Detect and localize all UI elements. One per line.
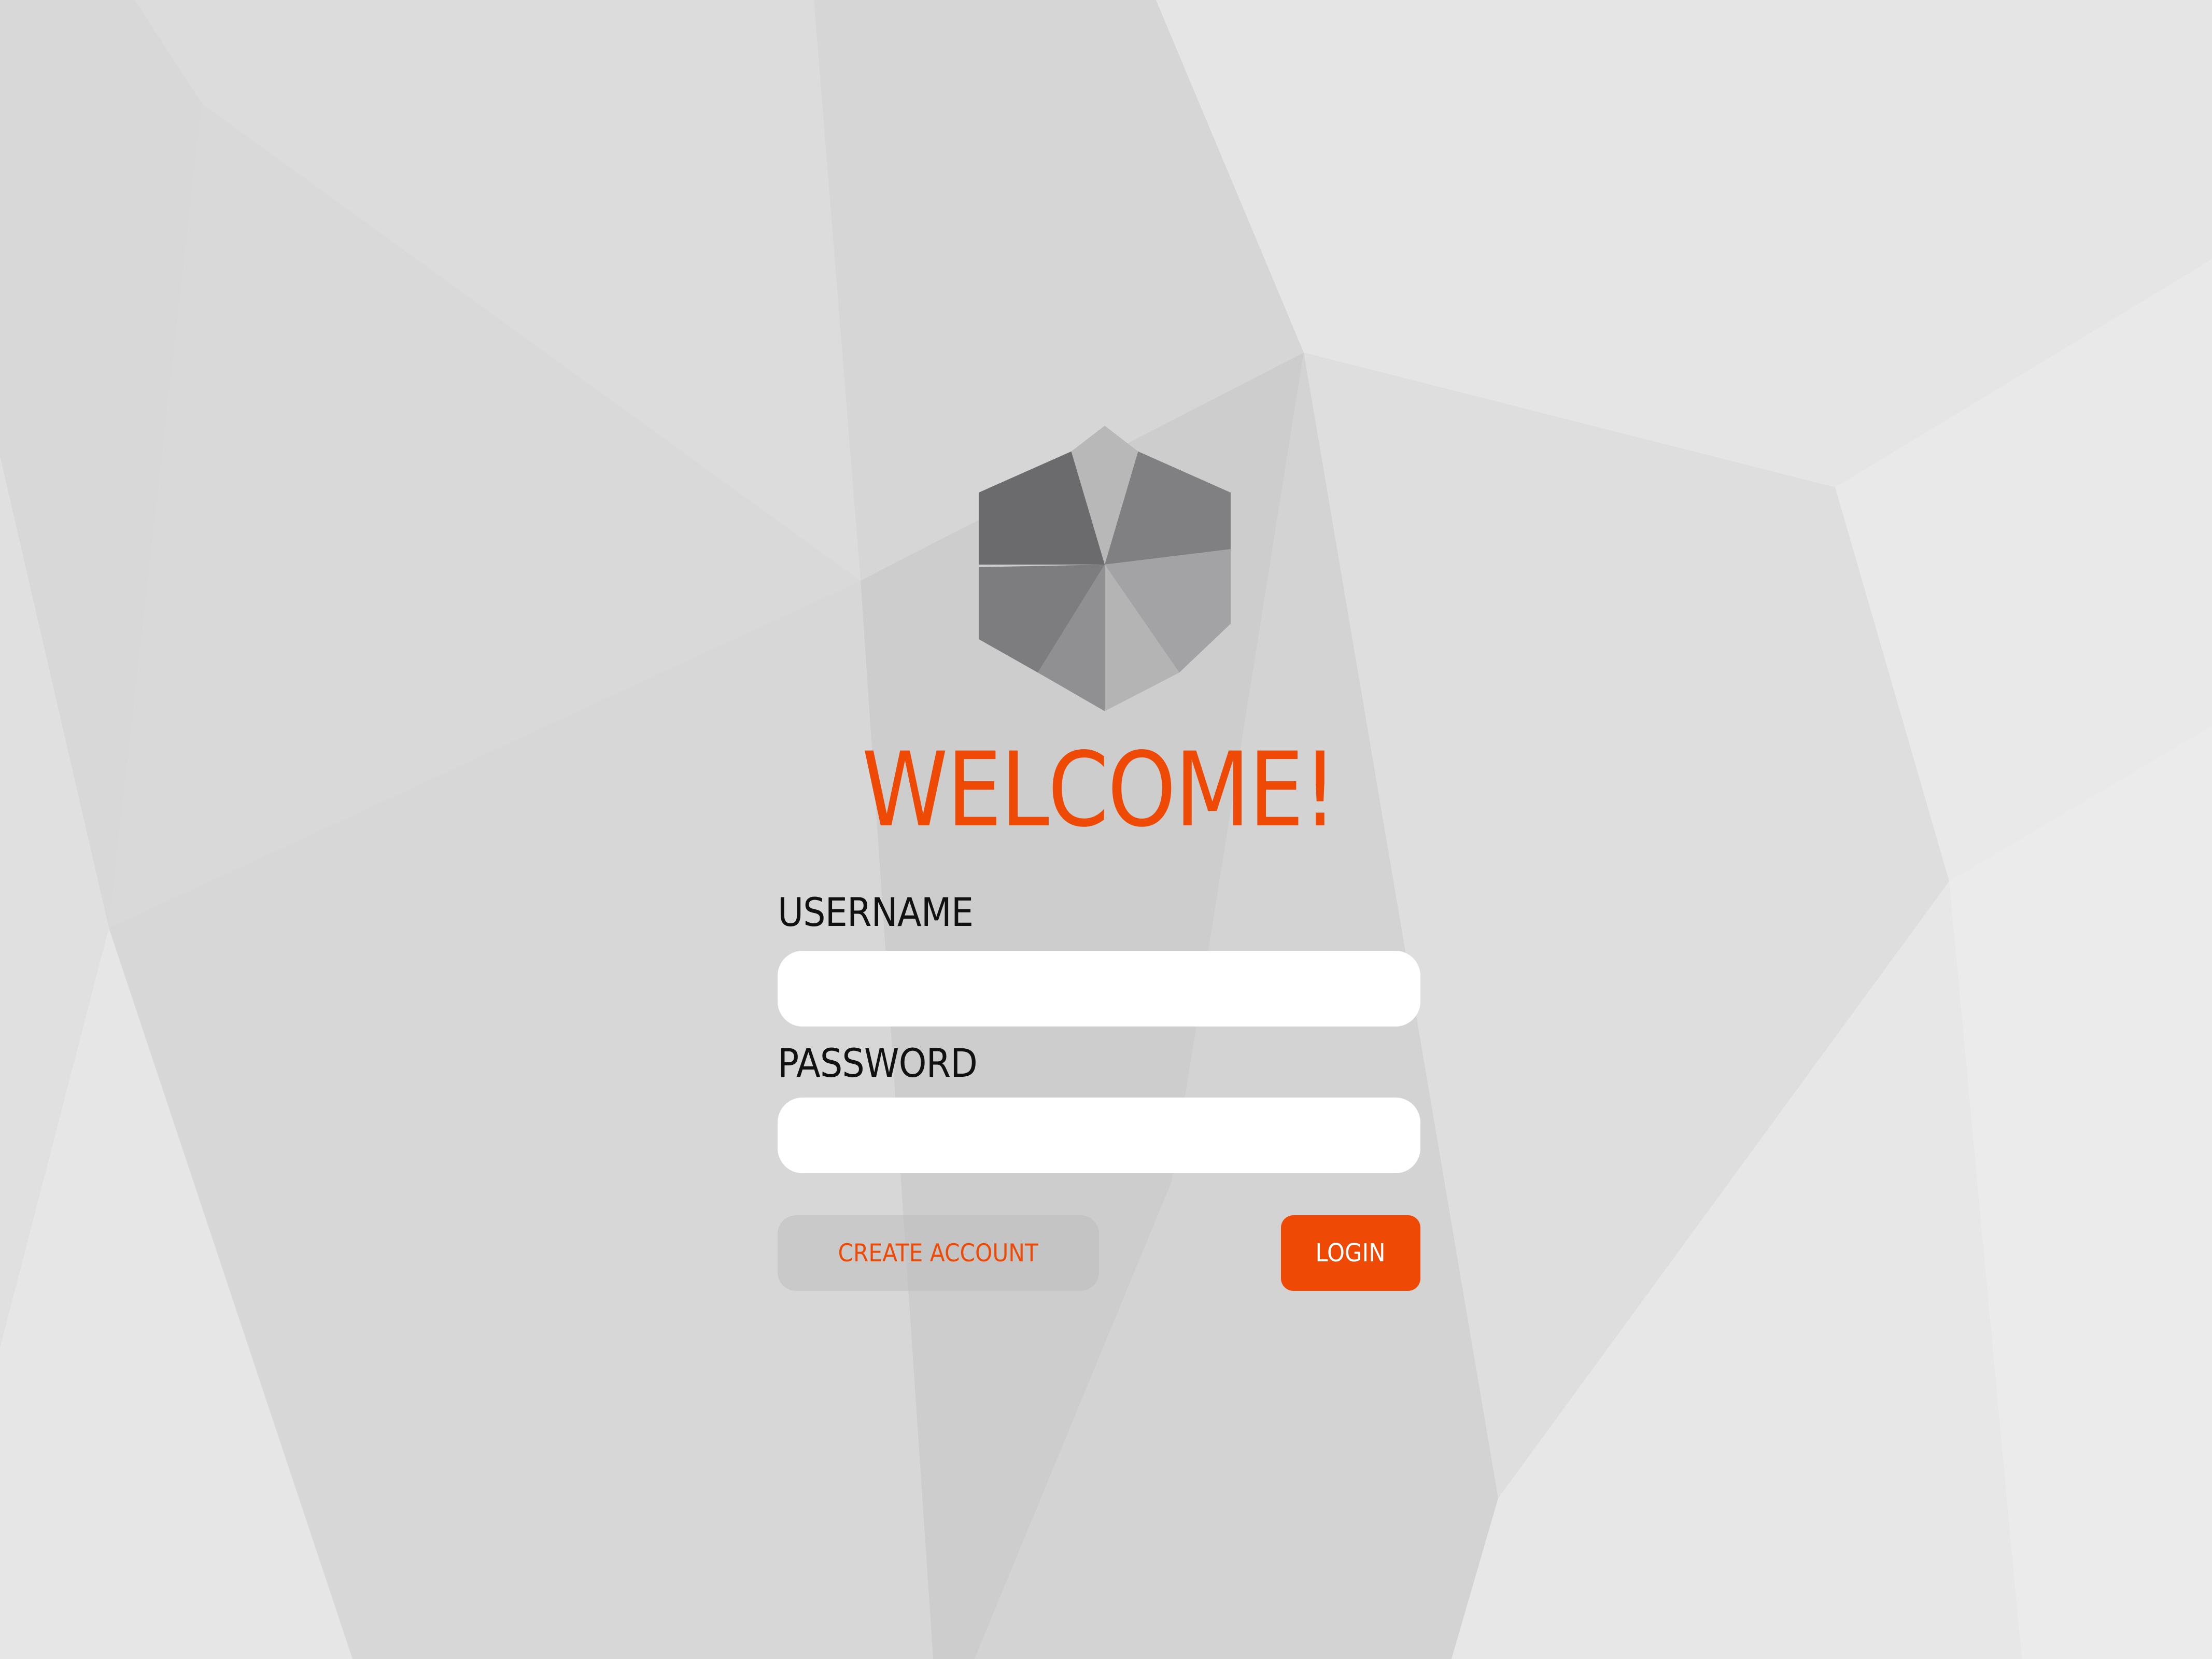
login-screen: WELCOME! USERNAME PASSWORD CREATE ACCOUN… (0, 0, 2212, 1659)
password-input[interactable] (778, 1098, 1420, 1173)
username-input[interactable] (778, 951, 1420, 1027)
login-button[interactable]: LOGIN (1281, 1215, 1420, 1291)
welcome-title: WELCOME! (862, 730, 1337, 850)
login-button-label: LOGIN (1315, 1239, 1386, 1268)
hexagon-logo-graphic (978, 426, 1231, 711)
hexagon-logo-icon (976, 418, 1233, 711)
password-label: PASSWORD (778, 1040, 978, 1086)
username-label: USERNAME (778, 889, 974, 935)
create-account-button-label: CREATE ACCOUNT (838, 1239, 1039, 1268)
create-account-button[interactable]: CREATE ACCOUNT (778, 1215, 1099, 1291)
